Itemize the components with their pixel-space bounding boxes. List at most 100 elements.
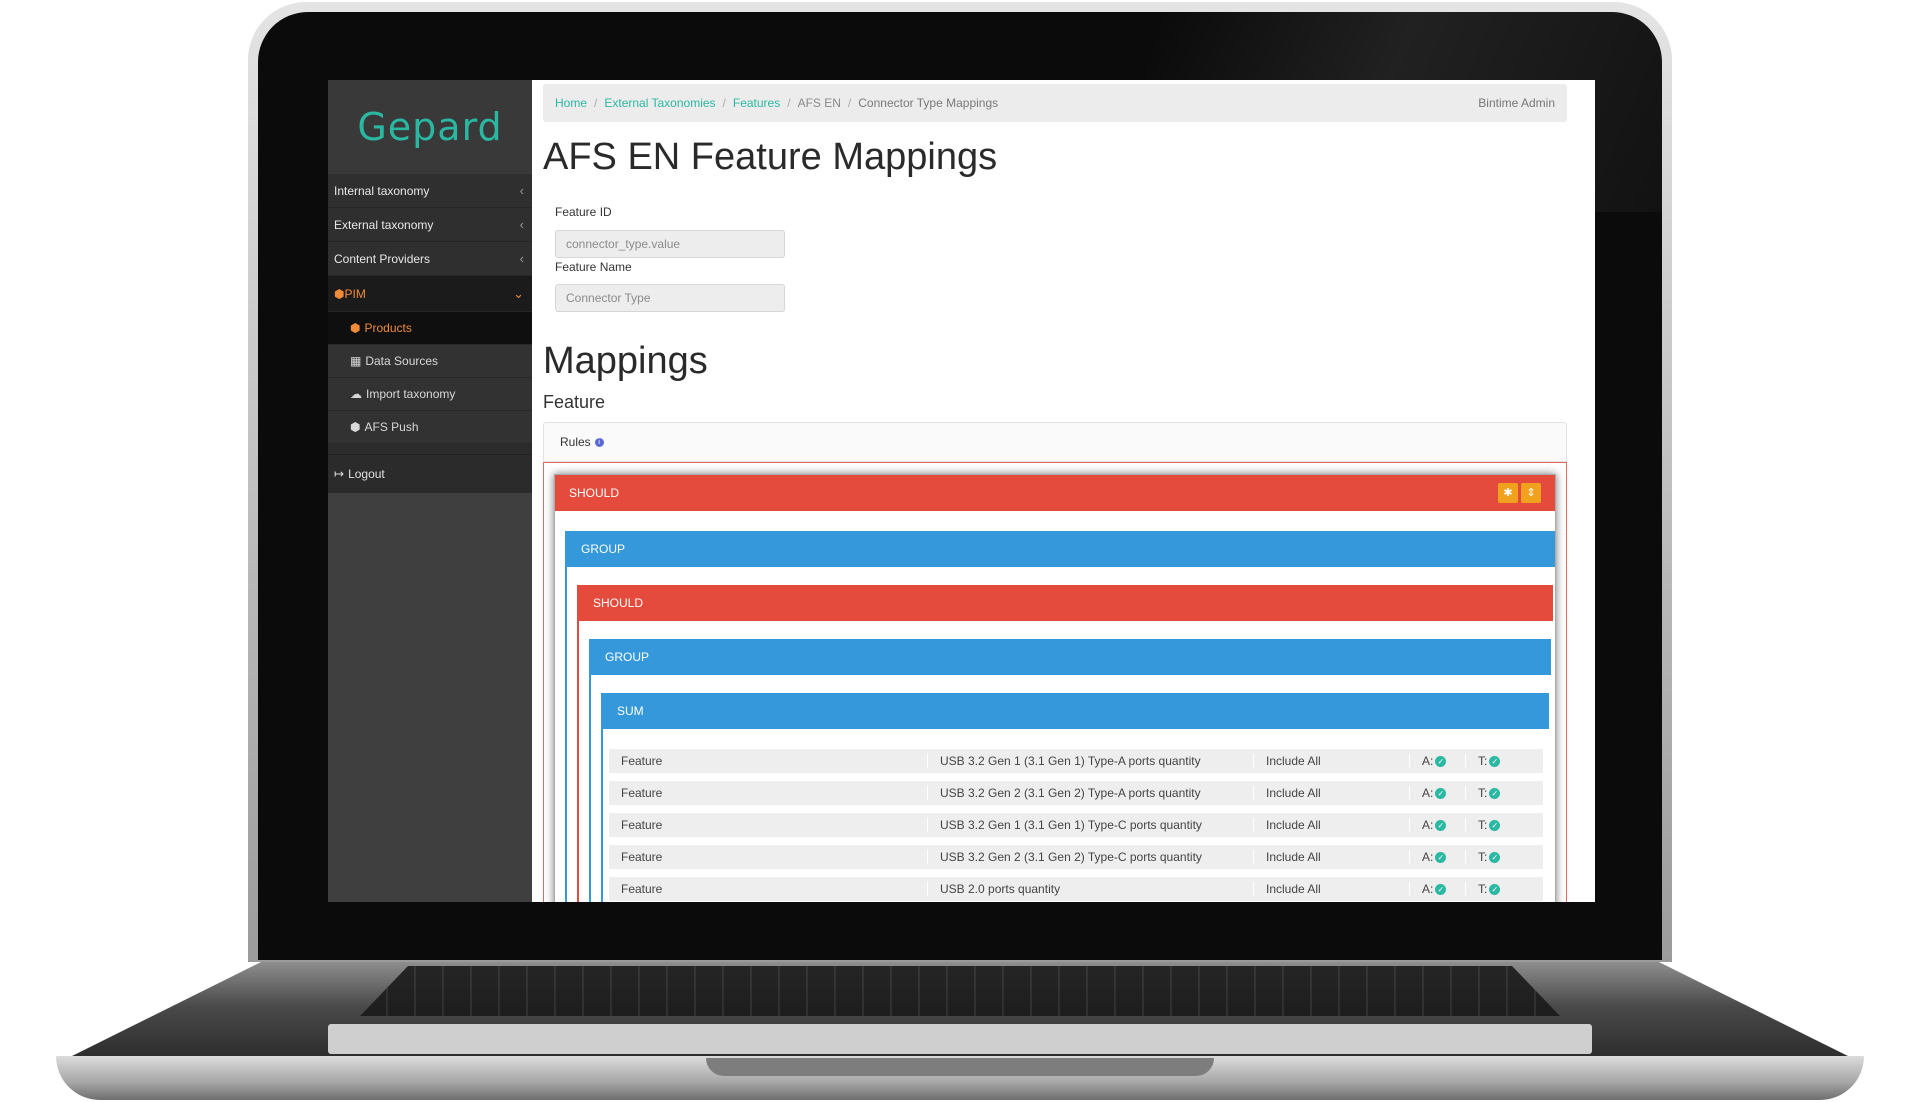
laptop-palmrest xyxy=(328,1024,1592,1054)
rule-row-type: Feature xyxy=(621,786,663,800)
rule-row-feature: USB 3.2 Gen 1 (3.1 Gen 1) Type-C ports q… xyxy=(927,818,1253,832)
rule-header-should[interactable]: SHOULD ✱ ⇕ xyxy=(555,475,1555,511)
sidebar-subitem-label: Data Sources xyxy=(365,354,439,368)
rule-row-a: A: ✓ xyxy=(1409,882,1465,896)
mappings-heading: Mappings xyxy=(543,340,708,382)
rule-operator-label: SUM xyxy=(617,704,644,718)
check-circle-icon[interactable]: ✓ xyxy=(1435,756,1447,768)
rule-row-a: A: ✓ xyxy=(1409,754,1465,768)
cloud-upload-icon: ☁ xyxy=(350,387,362,401)
settings-icon[interactable]: ✱ xyxy=(1498,483,1518,503)
rule-block-group: GROUP SHOULD GROUP SUM Feature USB 3.2 G… xyxy=(565,531,1555,902)
rule-row-a: A: ✓ xyxy=(1409,786,1465,800)
rule-operator-label: GROUP xyxy=(605,650,650,664)
rule-row-t: T: ✓ xyxy=(1465,786,1521,800)
sidebar-subitem-afs-push[interactable]: ⬢ AFS Push xyxy=(328,411,532,444)
rule-row-mode: Include All xyxy=(1253,850,1409,864)
rule-row[interactable]: Feature USB 3.2 Gen 1 (3.1 Gen 1) Type-C… xyxy=(609,813,1543,837)
rule-row[interactable]: Feature USB 3.2 Gen 1 (3.1 Gen 1) Type-A… xyxy=(609,749,1543,773)
rule-row-feature: USB 3.2 Gen 2 (3.1 Gen 2) Type-A ports q… xyxy=(927,786,1253,800)
rule-header-should[interactable]: SHOULD xyxy=(579,585,1553,621)
rules-editor: SHOULD ✱ ⇕ GROUP SHOULD GROUP SUM Featur… xyxy=(543,462,1567,902)
sidebar-subitem-import-taxonomy[interactable]: ☁ Import taxonomy xyxy=(328,378,532,411)
rule-row-t: T: ✓ xyxy=(1465,754,1521,768)
chevron-left-icon: ‹ xyxy=(519,217,524,232)
breadcrumb-separator: / xyxy=(594,96,598,110)
rule-operator-label: GROUP xyxy=(581,542,626,556)
rule-row-mode: Include All xyxy=(1253,882,1409,896)
rule-row-a: A: ✓ xyxy=(1409,850,1465,864)
logout-label: Logout xyxy=(348,467,385,481)
rule-rows: Feature USB 3.2 Gen 1 (3.1 Gen 1) Type-A… xyxy=(603,749,1549,902)
sidebar-subitem-products[interactable]: ⬢ Products xyxy=(328,312,532,345)
sidebar-item-label: PIM xyxy=(344,286,366,301)
sidebar-subitem-data-sources[interactable]: ▦ Data Sources xyxy=(328,345,532,378)
breadcrumb-features[interactable]: Features xyxy=(733,96,780,110)
check-circle-icon[interactable]: ✓ xyxy=(1489,756,1501,768)
rule-row[interactable]: Feature USB 3.2 Gen 2 (3.1 Gen 2) Type-A… xyxy=(609,781,1543,805)
check-circle-icon[interactable]: ✓ xyxy=(1489,820,1501,832)
cube-icon: ⬢ xyxy=(334,286,345,301)
cubes-icon: ⬢ xyxy=(350,321,361,335)
breadcrumb: Home / External Taxonomies / Features / AFS… xyxy=(543,84,1567,122)
rule-header-group[interactable]: GROUP xyxy=(567,531,1555,567)
rule-operator-label: SHOULD xyxy=(569,486,620,500)
sitemap-icon: ▦ xyxy=(350,354,362,368)
laptop-notch xyxy=(706,1058,1214,1076)
rule-row-t: T: ✓ xyxy=(1465,818,1521,832)
rule-row-mode: Include All xyxy=(1253,754,1409,768)
chevron-left-icon: ‹ xyxy=(519,183,524,198)
sidebar-subitem-label: Products xyxy=(364,321,412,335)
feature-name-label: Feature Name xyxy=(555,260,632,274)
rule-block-sum: SUM Feature USB 3.2 Gen 1 (3.1 Gen 1) Ty… xyxy=(601,693,1549,902)
rule-row-a-label: A: xyxy=(1422,754,1434,768)
check-circle-icon[interactable]: ✓ xyxy=(1489,852,1501,864)
info-icon[interactable]: i xyxy=(594,437,604,447)
rule-header-group[interactable]: GROUP xyxy=(591,639,1551,675)
rules-label: Rules xyxy=(560,435,591,449)
feature-heading: Feature xyxy=(543,392,606,412)
sidebar: Gepard Internal taxonomy ‹ External taxo… xyxy=(328,80,532,902)
breadcrumb-separator: / xyxy=(722,96,726,110)
sidebar-item-external-taxonomy[interactable]: External taxonomy ‹ xyxy=(328,208,532,242)
sidebar-item-internal-taxonomy[interactable]: Internal taxonomy ‹ xyxy=(328,174,532,208)
feature-id-field[interactable]: connector_type.value xyxy=(555,230,785,258)
breadcrumb-external-taxonomies[interactable]: External Taxonomies xyxy=(604,96,715,110)
check-circle-icon[interactable]: ✓ xyxy=(1435,820,1447,832)
sidebar-item-pim[interactable]: ⬢PIM ⌄ xyxy=(328,276,532,312)
app-logo[interactable]: Gepard xyxy=(328,80,532,174)
user-menu[interactable]: Bintime Admin xyxy=(1478,96,1555,110)
rule-row-t: T: ✓ xyxy=(1465,850,1521,864)
rule-row[interactable]: Feature USB 3.2 Gen 2 (3.1 Gen 2) Type-C… xyxy=(609,845,1543,869)
sidebar-item-content-providers[interactable]: Content Providers ‹ xyxy=(328,242,532,276)
check-circle-icon[interactable]: ✓ xyxy=(1435,788,1447,800)
rule-header-sum[interactable]: SUM xyxy=(603,693,1549,729)
rule-row-type: Feature xyxy=(621,754,663,768)
sort-icon[interactable]: ⇕ xyxy=(1521,483,1541,503)
chevron-left-icon: ‹ xyxy=(519,251,524,266)
check-circle-icon[interactable]: ✓ xyxy=(1435,884,1447,896)
breadcrumb-current: Connector Type Mappings xyxy=(858,96,999,110)
breadcrumb-home[interactable]: Home xyxy=(555,96,587,110)
rule-row-t: T: ✓ xyxy=(1465,882,1521,896)
check-circle-icon[interactable]: ✓ xyxy=(1435,852,1447,864)
sidebar-item-label: External taxonomy xyxy=(334,217,434,232)
feature-name-field[interactable]: Connector Type xyxy=(555,284,785,312)
check-circle-icon[interactable]: ✓ xyxy=(1489,884,1501,896)
rule-row-a-label: A: xyxy=(1422,882,1434,896)
breadcrumb-afs-en[interactable]: AFS EN xyxy=(798,96,841,110)
sidebar-divider xyxy=(328,444,532,454)
rule-row-mode: Include All xyxy=(1253,818,1409,832)
cubes-icon: ⬢ xyxy=(350,420,361,434)
page-title: AFS EN Feature Mappings xyxy=(543,136,998,178)
rule-actions: ✱ ⇕ xyxy=(1498,483,1541,503)
rule-block-group: GROUP SUM Feature USB 3.2 Gen 1 (3.1 Gen xyxy=(589,639,1551,902)
rule-block-should: SHOULD ✱ ⇕ GROUP SHOULD GROUP SUM Featur… xyxy=(554,474,1556,902)
check-circle-icon[interactable]: ✓ xyxy=(1489,788,1501,800)
sign-out-icon: ↦ xyxy=(334,467,345,481)
rule-row[interactable]: Feature USB 2.0 ports quantity Include A… xyxy=(609,877,1543,901)
rule-row-a-label: A: xyxy=(1422,818,1434,832)
rule-row-mode: Include All xyxy=(1253,786,1409,800)
logout-link[interactable]: ↦ Logout xyxy=(328,454,532,493)
sidebar-subitem-label: AFS Push xyxy=(364,420,419,434)
